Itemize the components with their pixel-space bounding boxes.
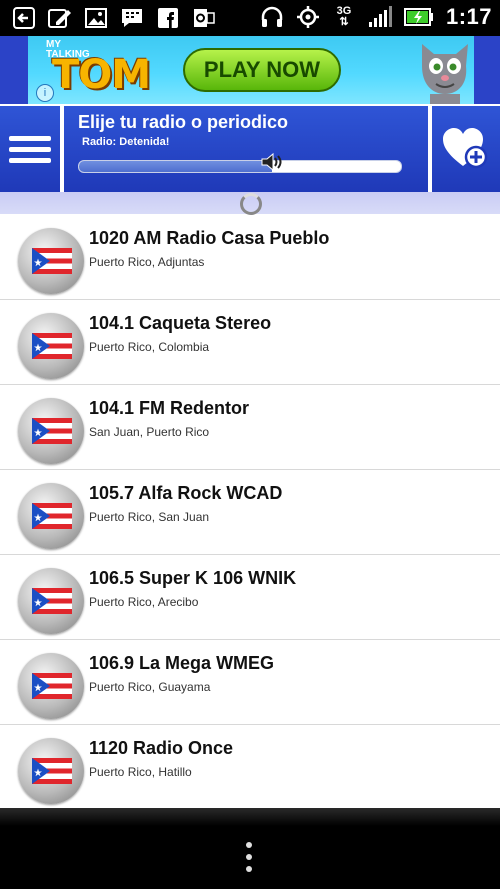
overflow-menu-icon[interactable] xyxy=(245,842,253,878)
station-name: 1120 Radio Once xyxy=(89,738,234,758)
station-list-item[interactable]: 1120 Radio Once Puerto Rico, Hatillo xyxy=(0,725,500,808)
station-name: 104.1 Caqueta Stereo xyxy=(89,313,272,333)
back-arrow-icon xyxy=(12,6,36,30)
navigation-bar xyxy=(0,808,500,889)
battery-charging-icon xyxy=(403,5,434,29)
station-list: 1020 AM Radio Casa Pueblo Puerto Rico, Ad… xyxy=(0,215,500,808)
puerto-rico-flag-icon xyxy=(32,758,72,784)
station-location: Puerto Rico, Adjuntas xyxy=(89,255,205,269)
station-logo xyxy=(18,568,84,634)
station-logo xyxy=(18,483,84,549)
station-name: 106.5 Super K 106 WNIK xyxy=(89,568,297,588)
station-location: Puerto Rico, Hatillo xyxy=(89,765,192,779)
hamburger-menu-icon xyxy=(9,130,51,169)
station-location: Puerto Rico, Arecibo xyxy=(89,595,199,609)
edit-icon xyxy=(48,6,72,30)
ad-content[interactable]: MY TALKING TOM PLAY NOW i xyxy=(28,36,474,104)
facebook-icon xyxy=(156,6,180,30)
station-logo xyxy=(18,228,84,294)
gps-icon xyxy=(296,5,320,29)
puerto-rico-flag-icon xyxy=(32,673,72,699)
station-list-item[interactable]: 106.9 La Mega WMEG Puerto Rico, Guayama xyxy=(0,640,500,725)
speaker-icon[interactable] xyxy=(259,152,285,172)
signal-icon xyxy=(368,5,392,29)
station-name: 105.7 Alfa Rock WCAD xyxy=(89,483,283,503)
station-list-item[interactable]: 105.7 Alfa Rock WCAD Puerto Rico, San Jua… xyxy=(0,470,500,555)
ad-info-icon[interactable]: i xyxy=(36,84,54,102)
menu-button[interactable] xyxy=(0,106,60,192)
station-logo xyxy=(18,398,84,464)
clock: 1:17 xyxy=(445,4,492,29)
station-list-item[interactable]: 1020 AM Radio Casa Pueblo Puerto Rico, Ad… xyxy=(0,215,500,300)
station-list-item[interactable]: 106.5 Super K 106 WNIK Puerto Rico, Areci… xyxy=(0,555,500,640)
puerto-rico-flag-icon xyxy=(32,418,72,444)
image-icon xyxy=(84,6,108,30)
volume-slider[interactable] xyxy=(78,160,402,173)
ad-banner[interactable]: MY TALKING TOM PLAY NOW i xyxy=(0,36,500,104)
page-title: Elije tu radio o periodico xyxy=(78,112,289,132)
cat-mascot-icon xyxy=(416,36,474,104)
loading-spinner-icon xyxy=(240,193,262,215)
station-list-item[interactable]: 104.1 FM Redentor San Juan, Puerto Rico xyxy=(0,385,500,470)
station-logo xyxy=(18,653,84,719)
ad-logo-big-text: TOM xyxy=(52,52,151,98)
ad-play-now-button[interactable]: PLAY NOW xyxy=(183,48,341,92)
heart-plus-icon xyxy=(443,128,488,169)
puerto-rico-flag-icon xyxy=(32,248,72,274)
puerto-rico-flag-icon xyxy=(32,503,72,529)
station-name: 104.1 FM Redentor xyxy=(89,398,250,418)
headset-icon xyxy=(260,5,284,29)
station-logo xyxy=(18,313,84,379)
data-arrows-icon: ⇅ xyxy=(339,16,349,28)
puerto-rico-flag-icon xyxy=(32,333,72,359)
toolbar: Elije tu radio o periodico Radio: Deteni… xyxy=(0,104,500,192)
station-location: San Juan, Puerto Rico xyxy=(89,425,210,439)
station-location: Puerto Rico, Colombia xyxy=(89,340,210,354)
station-location: Puerto Rico, San Juan xyxy=(89,510,210,524)
system-icons: 3G ⇅ 1:17 xyxy=(260,4,492,30)
station-logo xyxy=(18,738,84,804)
station-location: Puerto Rico, Guayama xyxy=(89,680,211,694)
outlook-icon xyxy=(192,6,216,30)
notification-icons xyxy=(12,6,216,30)
volume-slider-fill xyxy=(79,161,273,172)
add-favorite-button[interactable] xyxy=(432,106,500,192)
loading-strip xyxy=(0,192,500,215)
station-list-item[interactable]: 104.1 Caqueta Stereo Puerto Rico, Colombi… xyxy=(0,300,500,385)
station-name: 1020 AM Radio Casa Pueblo xyxy=(89,228,330,248)
bbm-icon xyxy=(120,6,144,30)
station-name: 106.9 La Mega WMEG xyxy=(89,653,275,673)
radio-status-text: Radio: Detenida! xyxy=(82,136,170,148)
status-bar: 3G ⇅ 1:17 xyxy=(0,0,500,36)
puerto-rico-flag-icon xyxy=(32,588,72,614)
player-panel: Elije tu radio o periodico Radio: Deteni… xyxy=(64,106,428,192)
3g-icon: 3G ⇅ xyxy=(332,5,356,29)
